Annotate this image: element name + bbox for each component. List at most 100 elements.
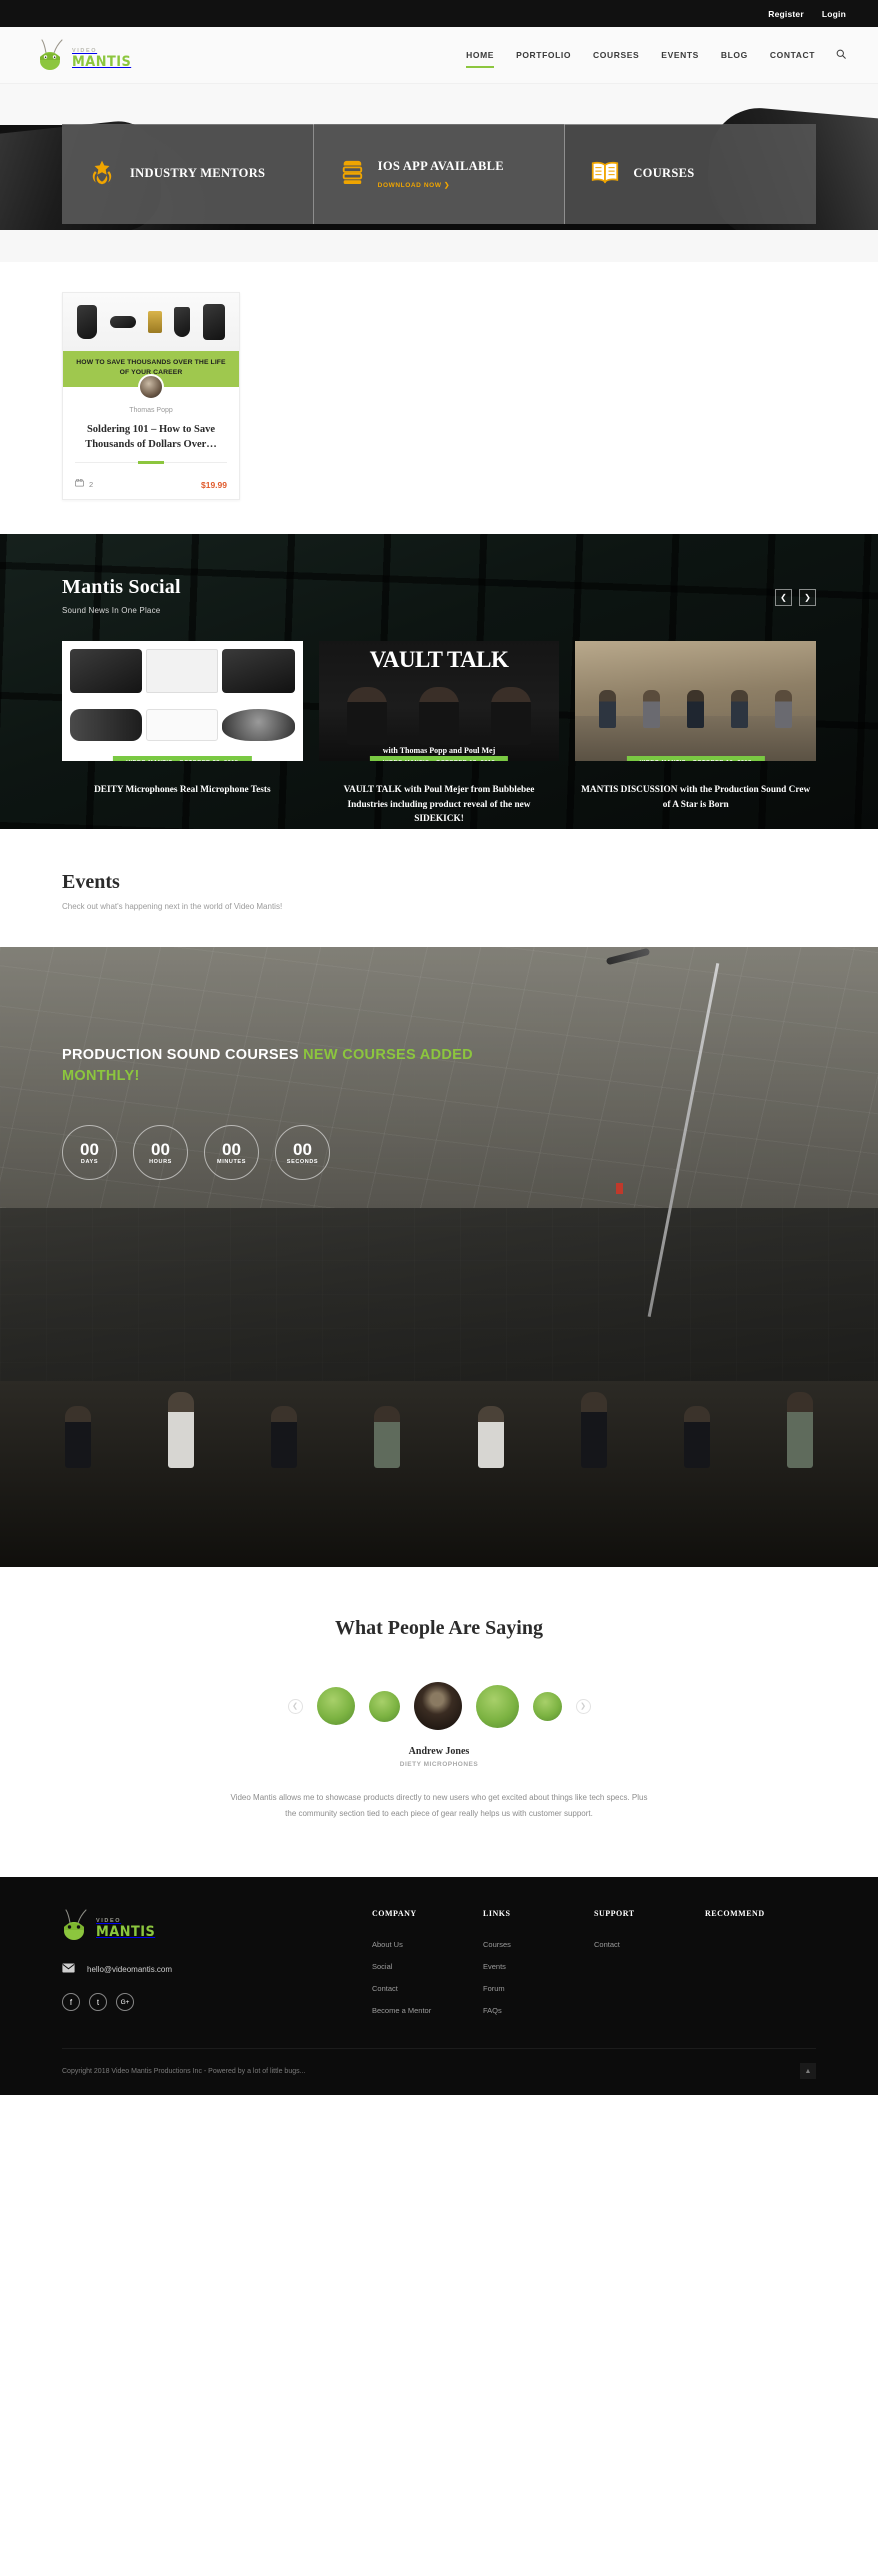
social-card[interactable]: VIDEO MANTIS • OCTOBER 16, 2018 MANTIS D… — [575, 641, 817, 826]
award-medal-icon — [88, 158, 116, 191]
testimonial-next-button[interactable]: ❯ — [575, 1698, 591, 1714]
product-title[interactable]: Soldering 101 – How to Save Thousands of… — [75, 422, 227, 452]
social-card-thumbnail-sound-crew: VIDEO MANTIS • OCTOBER 16, 2018 — [575, 641, 817, 762]
divider — [75, 462, 227, 464]
social-card[interactable]: VIDEO MANTIS • OCTOBER 28, 2018 DEITY Mi… — [62, 641, 303, 826]
bullet-shape — [437, 240, 445, 260]
social-card[interactable]: VAULT TALK with Thomas Popp and Poul Mej… — [318, 641, 560, 826]
clamp-shape — [222, 649, 295, 694]
person-shape — [271, 1405, 298, 1468]
nav-item-contact[interactable]: CONTACT — [759, 51, 826, 60]
social-carousel-controls: ❮ ❯ — [775, 589, 816, 607]
manual-card-shape — [146, 709, 219, 742]
footer-link-support-contact[interactable]: Contact — [594, 1940, 705, 1949]
countdown-seconds-value: 00 — [293, 1139, 312, 1159]
lesson-count: 2 — [75, 478, 93, 490]
hero-banner: INDUSTRY MENTORS IOS APP AVAILABLE DOWNL… — [0, 84, 878, 262]
register-link[interactable]: Register — [768, 9, 804, 19]
testimonial-avatar[interactable] — [316, 1687, 355, 1726]
exit-sign-shape — [616, 1182, 624, 1194]
hero-box-text: IOS APP AVAILABLE DOWNLOAD NOW ❯ — [378, 159, 504, 190]
product-card[interactable]: HOW TO SAVE THOUSANDS OVER THE LIFE OF Y… — [62, 292, 240, 501]
footer-column-heading: LINKS — [483, 1909, 511, 1919]
social-prev-button[interactable]: ❮ — [775, 589, 792, 607]
social-next-button[interactable]: ❯ — [799, 589, 816, 607]
bullet-shape — [412, 238, 420, 260]
search-icon[interactable] — [836, 46, 846, 64]
nav-item-events[interactable]: EVENTS — [650, 51, 710, 60]
login-link[interactable]: Login — [822, 9, 846, 19]
film-reel-icon — [75, 478, 84, 490]
product-box-shape — [146, 649, 219, 694]
person-shape — [167, 1391, 194, 1468]
download-now-link[interactable]: DOWNLOAD NOW ❯ — [378, 181, 504, 189]
badge-date: OCTOBER 16, 2018 — [693, 760, 752, 761]
windshield-shape — [222, 709, 295, 742]
footer-link-events[interactable]: Events — [483, 1962, 594, 1971]
footer-social-links: f t G+ — [62, 1993, 372, 2012]
footer-column-heading: RECOMMEND — [705, 1909, 765, 1919]
social-card-title[interactable]: MANTIS DISCUSSION with the Production So… — [575, 783, 816, 812]
countdown-minutes: 00 MINUTES — [204, 1125, 259, 1181]
nav-item-blog[interactable]: BLOG — [710, 51, 759, 60]
person-shape — [598, 689, 616, 728]
countdown-content: PRODUCTION SOUND COURSES NEW COURSES ADD… — [0, 947, 878, 1181]
bullet-shape — [425, 246, 432, 260]
google-plus-icon[interactable]: G+ — [116, 1993, 134, 2012]
countdown-hours-value: 00 — [151, 1139, 170, 1159]
countdown-minutes-label: MINUTES — [217, 1158, 246, 1165]
crew-silhouettes — [575, 689, 816, 728]
footer-email-link[interactable]: hello@videomantis.com — [87, 1965, 172, 1974]
site-header: VIDEO MANTIS HOME PORTFOLIO COURSES EVEN… — [0, 27, 878, 84]
social-card-title[interactable]: VAULT TALK with Poul Mejer from Bubblebe… — [319, 783, 560, 826]
testimonial-avatar[interactable] — [368, 1690, 400, 1722]
footer-logo-wordmark: VIDEO MANTIS — [96, 1918, 160, 1942]
countdown-minutes-value: 00 — [222, 1139, 241, 1159]
logo-wordmark: VIDEO MANTIS — [72, 48, 136, 72]
hero-box-ios-app[interactable]: IOS APP AVAILABLE DOWNLOAD NOW ❯ — [313, 124, 566, 224]
social-card-grid: VIDEO MANTIS • OCTOBER 28, 2018 DEITY Mi… — [0, 641, 878, 826]
vault-talk-title-overlay: VAULT TALK — [369, 647, 509, 673]
footer-link-about-us[interactable]: About Us — [372, 1940, 483, 1949]
mantis-logo-icon — [62, 1909, 92, 1941]
person-shape — [491, 687, 532, 746]
footer-column-heading: COMPANY — [372, 1909, 417, 1919]
footer-logo[interactable]: VIDEO MANTIS — [62, 1909, 372, 1941]
testimonial-avatar[interactable] — [532, 1691, 562, 1721]
back-to-top-button[interactable]: ▲ — [800, 2063, 816, 2080]
connector-part — [77, 305, 98, 339]
top-utility-bar: Register Login — [0, 0, 878, 27]
testimonial-author-name: Andrew Jones — [408, 1746, 470, 1758]
social-card-title[interactable]: DEITY Microphones Real Microphone Tests — [62, 783, 303, 797]
testimonial-prev-button[interactable]: ❮ — [287, 1698, 303, 1714]
hero-box-industry-mentors[interactable]: INDUSTRY MENTORS — [62, 124, 314, 224]
footer-link-forum[interactable]: Forum — [483, 1984, 594, 1993]
footer-link-social[interactable]: Social — [372, 1962, 483, 1971]
events-title: Events — [62, 871, 120, 894]
footer-link-faqs[interactable]: FAQs — [483, 2006, 594, 2015]
footer-link-contact[interactable]: Contact — [372, 1984, 483, 1993]
footer-link-become-a-mentor[interactable]: Become a Mentor — [372, 2006, 483, 2015]
nav-item-portfolio[interactable]: PORTFOLIO — [505, 51, 582, 60]
testimonial-avatar-active[interactable] — [413, 1682, 462, 1731]
testimonial-quote: Video Mantis allows me to showcase produ… — [230, 1793, 648, 1818]
crowd-silhouettes — [0, 1391, 878, 1468]
footer-column-links: LINKS Courses Events Forum FAQs — [483, 1909, 594, 2028]
footer-link-courses[interactable]: Courses — [483, 1940, 594, 1949]
nav-item-courses[interactable]: COURSES — [582, 51, 650, 60]
footer-column-recommend: RECOMMEND — [705, 1909, 816, 2028]
countdown-hours: 00 HOURS — [133, 1125, 188, 1181]
badge-separator: • — [175, 760, 177, 761]
nav-item-home[interactable]: HOME — [455, 51, 505, 68]
countdown-seconds: 00 SECONDS — [275, 1125, 330, 1181]
twitter-icon[interactable]: t — [89, 1993, 107, 2012]
footer-top: VIDEO MANTIS hello@videomantis.com f t G… — [62, 1909, 816, 2028]
testimonial-avatar[interactable] — [475, 1684, 519, 1728]
person-shape — [346, 687, 387, 746]
person-shape — [684, 1405, 711, 1468]
site-logo[interactable]: VIDEO MANTIS — [38, 39, 136, 71]
mantis-social-section: Mantis Social Sound News In One Place ❮ … — [0, 534, 878, 830]
facebook-icon[interactable]: f — [62, 1993, 80, 2012]
hero-box-courses[interactable]: COURSES — [565, 124, 817, 224]
person-shape — [477, 1405, 504, 1468]
